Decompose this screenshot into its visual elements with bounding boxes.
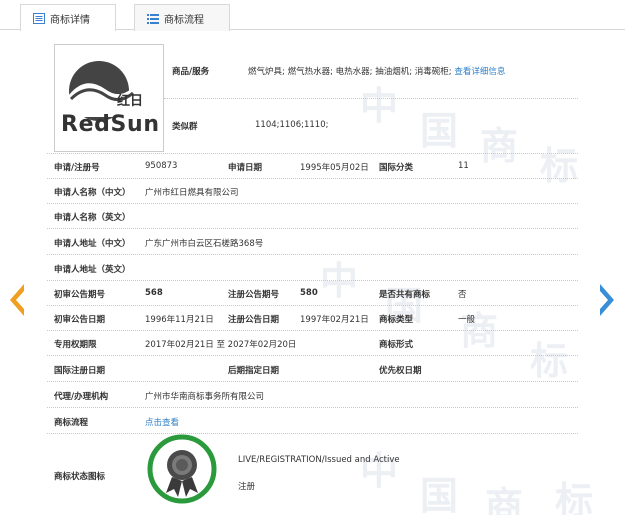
next-arrow-icon[interactable]: [600, 284, 614, 316]
reg-pub-date-value: 1997年02月21日: [300, 315, 369, 325]
divider: [164, 98, 578, 99]
divider: [47, 407, 578, 408]
later-date-label: 后期指定日期: [228, 366, 280, 376]
exclusive-period-value: 2017年02月21日 至 2027年02月20日: [145, 340, 297, 350]
status-cn-text: 注册: [238, 482, 256, 492]
goods-text: 燃气炉具; 燃气热水器; 电热水器; 抽油烟机; 消毒碗柜;: [248, 67, 452, 77]
exclusive-period-label: 专用权期限: [54, 340, 97, 350]
tab-bar: 商标详情 商标流程: [0, 0, 625, 31]
divider: [47, 433, 578, 434]
divider: [47, 228, 578, 229]
address-cn-value: 广东广州市白云区石槎路368号: [145, 239, 264, 249]
status-icon-label: 商标状态图标: [54, 472, 106, 482]
reg-no-value: 950873: [145, 161, 178, 171]
agent-label: 代理/办理机构: [54, 392, 109, 402]
divider: [47, 330, 578, 331]
logo-en-text: RedSun: [61, 112, 159, 137]
watermark-char: 标: [530, 339, 569, 383]
watermark-char: 国: [420, 109, 459, 153]
shared-label: 是否共有商标: [379, 290, 431, 300]
status-en-text: LIVE/REGISTRATION/Issued and Active: [238, 455, 400, 465]
watermark-char: 商: [485, 484, 524, 515]
tab-label: 商标详情: [50, 14, 90, 26]
registered-badge-icon: [147, 434, 217, 504]
app-date-value: 1995年05月02日: [300, 163, 369, 173]
view-process-link[interactable]: 点击查看: [145, 416, 179, 428]
agent-value: 广州市华南商标事务所有限公司: [145, 392, 265, 402]
address-en-label: 申请人地址（英文）: [54, 265, 131, 275]
watermark-char: 标: [540, 144, 579, 188]
divider: [47, 203, 578, 204]
shared-value: 否: [458, 290, 467, 300]
reg-pub-no-label: 注册公告期号: [228, 290, 280, 300]
tab-trademark-details[interactable]: 商标详情: [20, 4, 116, 31]
divider: [47, 280, 578, 281]
goods-label: 商品/服务: [172, 67, 210, 77]
document-icon: [33, 12, 45, 24]
watermark-char: 中: [320, 259, 359, 303]
divider: [47, 381, 578, 382]
goods-value: 燃气炉具; 燃气热水器; 电热水器; 抽油烟机; 消毒碗柜; 查看详细信息: [248, 65, 505, 77]
priority-date-label: 优先权日期: [379, 366, 422, 376]
view-details-link[interactable]: 查看详细信息: [454, 67, 505, 77]
mark-type-label: 商标类型: [379, 315, 414, 325]
watermark-char: 中: [360, 84, 399, 128]
tab-trademark-process[interactable]: 商标流程: [134, 4, 230, 31]
tab-label: 商标流程: [164, 14, 204, 26]
watermark-char: 商: [460, 309, 499, 353]
intl-class-value: 11: [458, 161, 469, 171]
applicant-en-label: 申请人名称（英文）: [54, 213, 131, 223]
watermark-char: 标: [555, 479, 594, 515]
prelim-date-value: 1996年11月21日: [145, 315, 214, 325]
prelim-no-label: 初审公告期号: [54, 290, 106, 300]
trademark-image: 红日 RedSun: [54, 44, 164, 152]
mark-type-value: 一般: [458, 315, 476, 325]
divider: [47, 254, 578, 255]
watermark-char: 中: [360, 449, 399, 493]
app-date-label: 申请日期: [228, 163, 263, 173]
applicant-cn-value: 广州市红日燃具有限公司: [145, 188, 239, 198]
reg-pub-date-label: 注册公告日期: [228, 315, 280, 325]
prelim-date-label: 初审公告日期: [54, 315, 106, 325]
applicant-cn-label: 申请人名称（中文）: [54, 188, 131, 198]
redsun-logo: 红日 RedSun: [61, 61, 159, 137]
intl-class-label: 国际分类: [379, 163, 414, 173]
divider: [47, 153, 578, 154]
similar-group-label: 类似群: [172, 122, 198, 132]
reg-pub-no-value: 580: [300, 288, 318, 298]
mark-form-label: 商标形式: [379, 340, 414, 350]
intl-reg-date-label: 国际注册日期: [54, 366, 106, 376]
address-cn-label: 申请人地址（中文）: [54, 239, 131, 249]
reg-no-label: 申请/注册号: [54, 163, 100, 173]
logo-cn-text: 红日: [117, 93, 143, 109]
watermark-char: 商: [480, 124, 519, 168]
similar-group-value: 1104;1106;1110;: [255, 120, 329, 130]
previous-arrow-icon[interactable]: [10, 284, 24, 316]
divider: [47, 305, 578, 306]
watermark-char: 国: [420, 474, 459, 515]
list-icon: [147, 13, 159, 24]
process-label: 商标流程: [54, 418, 89, 428]
prelim-no-value: 568: [145, 288, 163, 298]
divider: [47, 355, 578, 356]
divider: [47, 178, 578, 179]
